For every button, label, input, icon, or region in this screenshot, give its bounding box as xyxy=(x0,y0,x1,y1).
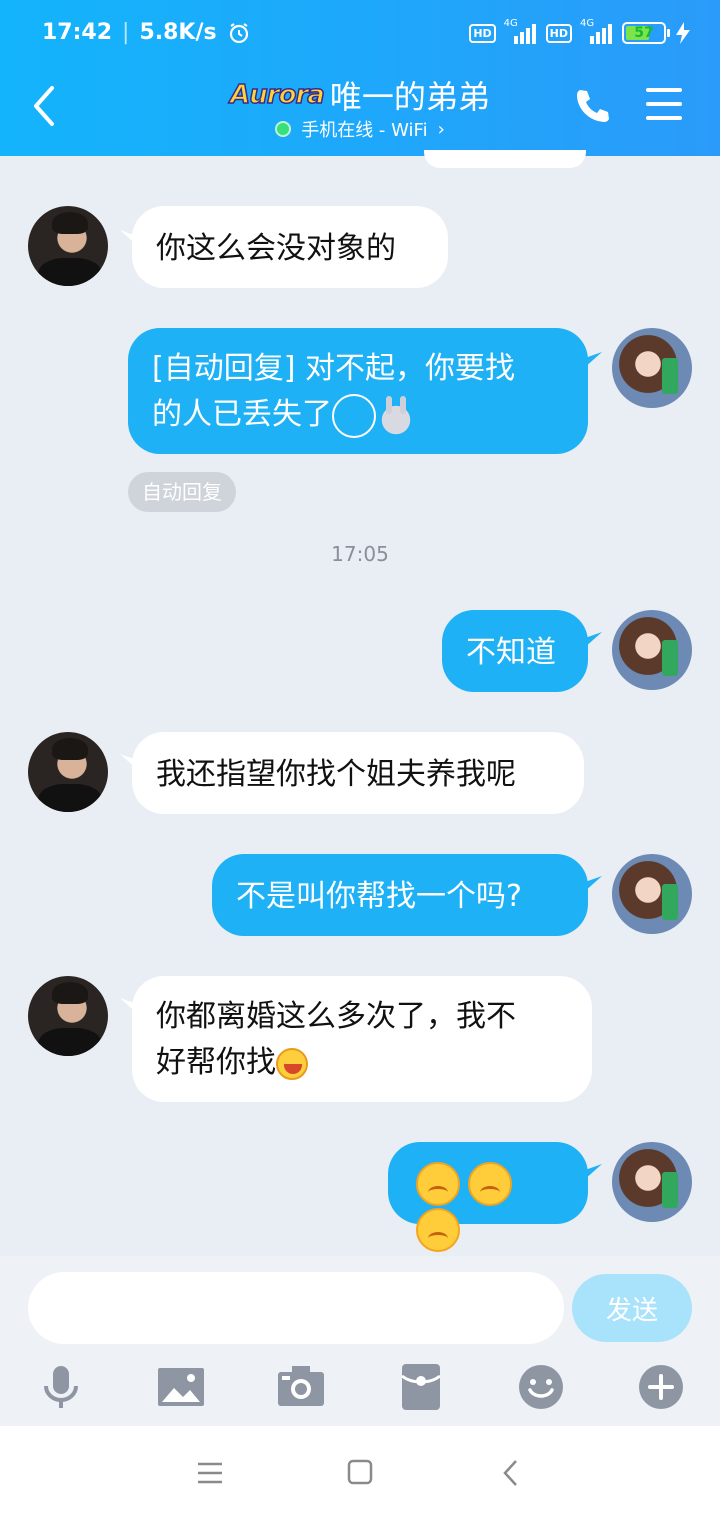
auto-reply-tag: 自动回复 xyxy=(128,472,236,512)
battery-icon: 57 xyxy=(622,22,670,44)
charging-icon xyxy=(676,22,690,44)
camera-icon[interactable] xyxy=(276,1362,326,1412)
title-row[interactable]: Aurora 唯一的弟弟 xyxy=(0,72,720,118)
clock: 17:42 xyxy=(42,20,113,45)
chat-header: 17:42 | 5.8K/s HD 4G HD 4G 57 Aurora 唯一的… xyxy=(0,0,720,156)
eye-roll-emoji-icon xyxy=(416,1207,460,1252)
laughing-emoji-icon xyxy=(276,1047,308,1080)
message-bubble-incoming[interactable]: 你都离婚这么多次了，我不 好帮你找 xyxy=(132,976,592,1102)
menu-icon[interactable] xyxy=(646,88,682,120)
toolbar xyxy=(0,1362,720,1412)
message-bubble-outgoing[interactable] xyxy=(388,1142,588,1252)
home-icon[interactable] xyxy=(340,1458,380,1488)
microphone-icon[interactable] xyxy=(36,1362,86,1412)
message-text: 我还指望你找个姐夫养我呢 xyxy=(156,757,516,792)
status-separator: | xyxy=(122,20,130,45)
alarm-icon xyxy=(229,22,248,43)
online-status: 手机在线 - WiFi › xyxy=(0,116,720,142)
signal-icon: 4G xyxy=(504,18,536,44)
previous-message-bubble xyxy=(424,150,586,168)
phone-icon[interactable] xyxy=(572,86,612,126)
online-status-text: 手机在线 - WiFi xyxy=(301,120,428,141)
message-text: 你这么会没对象的 xyxy=(156,231,396,266)
message-bubble-outgoing[interactable]: 不是叫你帮找一个吗? xyxy=(212,854,588,936)
message-text-line-2: 的人已丢失了 xyxy=(152,392,564,438)
contact-avatar[interactable] xyxy=(28,206,108,286)
online-dot-icon xyxy=(275,121,292,137)
eye-roll-emoji-icon xyxy=(416,1161,460,1206)
message-text: 不知道 xyxy=(466,635,556,670)
status-bar-right: HD 4G HD 4G 57 xyxy=(469,18,690,44)
contact-avatar[interactable] xyxy=(28,732,108,812)
back-icon[interactable] xyxy=(492,1458,532,1488)
contact-avatar[interactable] xyxy=(28,976,108,1056)
eye-roll-emoji-icon xyxy=(468,1161,512,1206)
send-button[interactable]: 发送 xyxy=(572,1274,692,1342)
message-input[interactable] xyxy=(28,1272,564,1344)
system-navigation-bar xyxy=(0,1426,720,1520)
red-envelope-icon[interactable] xyxy=(396,1362,446,1412)
chevron-right-icon: › xyxy=(437,118,445,140)
status-bar-left: 17:42 | 5.8K/s xyxy=(42,20,251,45)
message-bubble-outgoing[interactable]: 不知道 xyxy=(442,610,588,692)
my-avatar[interactable] xyxy=(612,1142,692,1222)
message-bubble-incoming[interactable]: 你这么会没对象的 xyxy=(132,206,448,288)
signal-icon-2: 4G xyxy=(580,18,612,44)
network-speed: 5.8K/s xyxy=(139,20,217,45)
chat-area[interactable]: 你这么会没对象的 [自动回复] 对不起，你要找 的人已丢失了 自动回复 17:0… xyxy=(0,150,720,1256)
my-avatar[interactable] xyxy=(612,610,692,690)
message-bubble-outgoing[interactable]: [自动回复] 对不起，你要找 的人已丢失了 xyxy=(128,328,588,454)
message-text-line-2: 好帮你找 xyxy=(156,1040,568,1086)
message-text-line: [自动回复] 对不起，你要找 xyxy=(152,351,515,386)
hd-badge: HD xyxy=(469,23,496,43)
my-avatar[interactable] xyxy=(612,854,692,934)
recent-apps-icon[interactable] xyxy=(190,1458,230,1488)
timestamp: 17:05 xyxy=(331,542,389,566)
message-text-line: 你都离婚这么多次了，我不 xyxy=(156,999,516,1034)
emoji-icon[interactable] xyxy=(516,1362,566,1412)
input-bar: 发送 xyxy=(0,1256,720,1426)
peek-emoji-icon xyxy=(332,393,376,438)
message-bubble-incoming[interactable]: 我还指望你找个姐夫养我呢 xyxy=(132,732,584,814)
contact-name: 唯一的弟弟 xyxy=(329,78,490,116)
image-icon[interactable] xyxy=(156,1362,206,1412)
message-text: 不是叫你帮找一个吗? xyxy=(236,879,522,914)
rabbit-emoji-icon xyxy=(376,395,416,436)
aurora-badge: Aurora xyxy=(229,79,325,111)
plus-icon[interactable] xyxy=(636,1362,686,1412)
my-avatar[interactable] xyxy=(612,328,692,408)
hd-badge-2: HD xyxy=(545,23,572,43)
